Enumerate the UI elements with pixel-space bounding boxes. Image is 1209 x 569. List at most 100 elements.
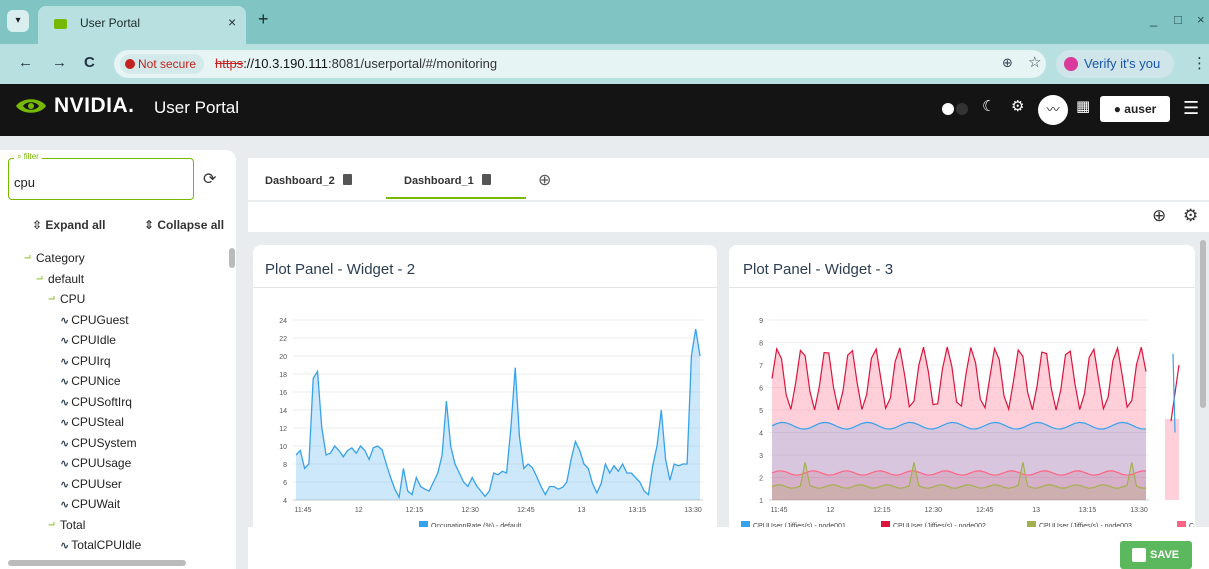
tree-item-label: CPUWait [71,497,121,511]
tree-item-label: CPUUsage [71,456,132,470]
metric-icon: ∿ [60,396,70,409]
tree-metric[interactable]: ∿ CPUSoftIrq [60,395,132,409]
theme-toggle-track[interactable] [956,103,968,115]
tab-search-icon[interactable]: ▾ [7,10,29,32]
y-tick-label: 7 [759,363,763,370]
tree-item-label: CPUGuest [71,312,129,327]
y-tick-label: 6 [283,480,287,487]
x-tick-label: 12:30 [925,507,943,514]
x-tick-label: 12:15 [873,507,891,514]
plot-widget-3-chart[interactable]: 12345678911:45 12 12:15 12:30 12:45 13 13:15 13… [729,300,1195,527]
y-tick-label: 4 [283,498,287,505]
add-dashboard-icon[interactable]: ⊕ [538,170,551,190]
x-tick-label: 11:45 [771,507,788,514]
branch-icon: ⌐ [36,271,44,286]
main-scrollbar[interactable] [1200,240,1206,408]
tree-branch[interactable]: ⌐ default [36,272,84,286]
theme-light-dot-icon[interactable] [942,103,954,115]
verify-label: Verify it's you [1084,56,1161,71]
collapse-all-label: Collapse all [157,218,225,232]
calculator-icon[interactable]: ▦ [1076,97,1090,115]
tree-metric[interactable]: ∿ CPUIdle [60,333,116,347]
y-tick-label: 18 [279,372,287,379]
verify-button[interactable]: Verify it's you [1056,50,1174,78]
tree-metric[interactable]: ∿ CPUUser [60,477,122,491]
y-tick-label: 8 [759,341,763,348]
trash-icon[interactable] [342,174,352,185]
user-button[interactable]: ● auser [1100,96,1170,122]
y-tick-label: 4 [759,431,763,438]
tab-close-icon[interactable]: × [228,14,236,30]
collapse-all-button[interactable]: ⇕ Collapse all [144,218,224,232]
tab-dashboard-1-label: Dashboard_1 [404,175,474,187]
reload-icon[interactable]: C [84,54,95,71]
user-icon: ● [1113,102,1121,116]
menu-icon[interactable]: ☰ [1183,98,1199,119]
y-tick-label: 14 [279,408,287,415]
tree-branch[interactable]: ⌐ Category [24,251,85,265]
y-tick-label: 5 [759,408,763,415]
plot-widget-2-chart[interactable]: 4 6 8 10 12 14 16 18 20 22 24 11:45 12 12:15 12:30 12:4… [253,300,717,527]
nvidia-eye-logo [16,99,46,113]
bookmark-star-icon[interactable]: ☆ [1028,53,1041,71]
tree-item-label: Category [36,251,85,265]
tree-branch[interactable]: ⌐ CPU [48,292,85,306]
close-window-button[interactable]: × [1197,12,1205,27]
moon-icon[interactable]: ☾ [982,97,995,115]
new-tab-button[interactable]: + [258,9,269,30]
metric-icon: ∿ [60,478,70,491]
maximize-button[interactable]: □ [1174,12,1182,27]
tree-branch[interactable]: ⌐ Total [48,518,85,532]
x-tick-label: 13:30 [684,507,702,514]
not-secure-badge[interactable]: Not secure [120,54,205,74]
browser-tab[interactable]: User Portal × [38,6,246,44]
tab-dashboard-2[interactable]: Dashboard_2 [265,174,352,187]
back-icon[interactable]: ← [18,54,33,71]
minimize-button[interactable]: _ [1150,12,1157,27]
tree-metric[interactable]: ∿ CPUWait [60,497,120,511]
footer-bar [248,527,1209,569]
metric-icon: ∿ [60,437,70,450]
url-path: :8081/userportal/#/monitoring [328,56,498,71]
tree-item-label: Total [60,517,86,532]
panel-title: Plot Panel - Widget - 2 [265,261,416,278]
y-tick-label: 12 [279,426,287,433]
expand-all-button[interactable]: ⇳ Expand all [32,218,105,232]
branch-icon: ⌐ [48,517,56,532]
panel-divider [729,287,1195,288]
tree-item-label: CPUSystem [71,435,137,450]
tree-metric[interactable]: ∿ TotalCPUIdle [60,538,141,552]
metric-icon: ∿ [60,314,70,327]
x-tick-label: 12:30 [461,507,479,514]
x-tick-label: 13 [1032,507,1040,514]
chart-icon[interactable]: 〰 [1038,95,1068,125]
tab-dashboard-1[interactable]: Dashboard_1 [404,174,491,187]
browser-menu-icon[interactable]: ⋮ [1192,54,1207,72]
metric-icon: ∿ [60,458,70,470]
filter-label-text: filter [23,152,39,161]
tree-metric[interactable]: ∿ CPUUsage [60,456,131,470]
forward-icon[interactable]: → [52,54,67,71]
tree-metric[interactable]: ∿ CPUGuest [60,313,129,327]
y-tick-label: 22 [279,336,287,343]
sidebar-scrollbar[interactable] [229,248,235,268]
add-widget-icon[interactable]: ⊕ [1152,206,1166,226]
settings-icon[interactable]: ⚙ [1011,97,1024,115]
tree-metric[interactable]: ∿ CPUIrq [60,354,111,368]
branch-icon: ⌐ [24,251,32,265]
refresh-icon[interactable]: ⟳ [203,169,216,189]
tree-item-label: CPUSteal [71,415,124,429]
tree-metric[interactable]: ∿ CPUSteal [60,415,124,429]
y-tick-label: 3 [759,453,763,460]
tree-metric[interactable]: ∿ CPUSystem [60,436,137,450]
filter-input[interactable] [14,175,184,190]
zoom-icon[interactable]: ⊕ [1002,55,1013,71]
dashboard-settings-icon[interactable]: ⚙ [1183,206,1198,226]
y-tick-label: 2 [759,476,763,483]
save-button[interactable]: SAVE [1120,541,1192,569]
url-text[interactable]: https://10.3.190.111:8081/userportal/#/m… [215,56,497,71]
sidebar-hscrollbar[interactable] [8,560,186,566]
trash-icon[interactable] [481,174,491,185]
tree-metric[interactable]: ∿ CPUNice [60,374,121,388]
tree-item-label: default [48,271,85,286]
